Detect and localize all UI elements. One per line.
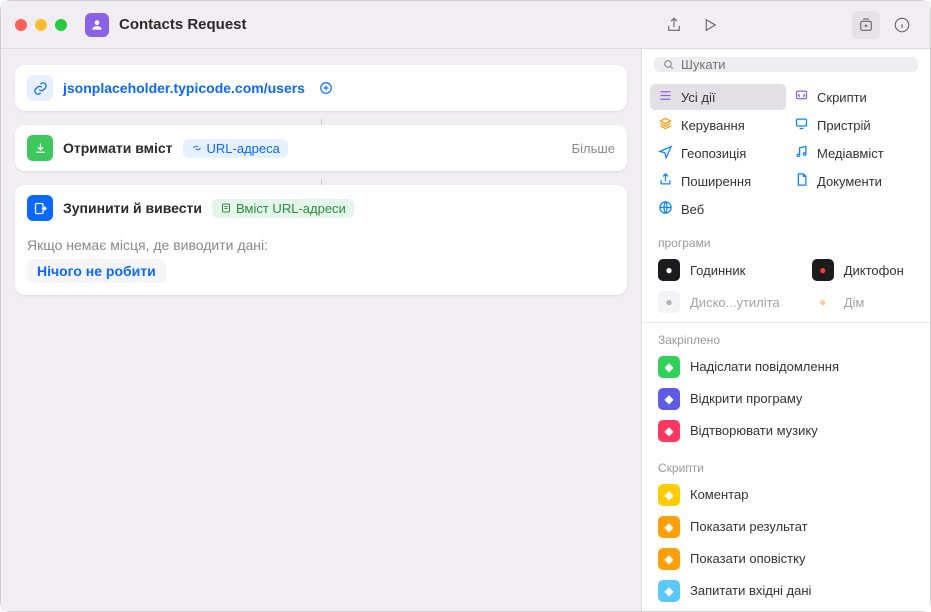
url-value[interactable]: jsonplaceholder.typicode.com/users bbox=[63, 80, 305, 96]
category-item[interactable]: Керування bbox=[650, 112, 786, 138]
info-button[interactable] bbox=[888, 11, 916, 39]
actions-sidebar: Усі діїСкриптиКеруванняПристрійГеопозиці… bbox=[641, 49, 930, 611]
workflow-editor: jsonplaceholder.typicode.com/users Отрим… bbox=[1, 49, 641, 611]
search-icon bbox=[662, 58, 675, 71]
minimize-button[interactable] bbox=[35, 19, 47, 31]
search-field[interactable] bbox=[654, 57, 918, 72]
apps-section-title: програми bbox=[642, 230, 930, 254]
category-item[interactable]: Геопозиція bbox=[650, 140, 786, 166]
scripts-list: ◆Коментар◆Показати результат◆Показати оп… bbox=[642, 479, 930, 611]
category-grid: Усі діїСкриптиКеруванняПристрійГеопозиці… bbox=[642, 80, 930, 230]
category-item[interactable]: Усі дії bbox=[650, 84, 786, 110]
pinned-list: ◆Надіслати повідомлення◆Відкрити програм… bbox=[642, 351, 930, 447]
app-item[interactable]: ●Годинник bbox=[642, 254, 796, 286]
share-button[interactable] bbox=[660, 11, 688, 39]
url-token[interactable]: URL-адреса bbox=[183, 139, 288, 158]
category-item[interactable]: Медіавміст bbox=[786, 140, 922, 166]
action-item[interactable]: ◆Порахувати bbox=[642, 607, 930, 611]
contents-token[interactable]: Вміст URL-адреси bbox=[212, 199, 354, 218]
if-nowhere-label: Якщо немає місця, де виводити дані: bbox=[27, 237, 615, 253]
action-item[interactable]: ◆Відкрити програму bbox=[642, 383, 930, 415]
get-contents-card[interactable]: Отримати вміст URL-адреса Більше bbox=[15, 125, 627, 171]
pinned-section-title: Закріплено bbox=[642, 327, 930, 351]
app-item[interactable]: ●Дім bbox=[796, 286, 930, 318]
window-controls bbox=[15, 19, 67, 31]
close-button[interactable] bbox=[15, 19, 27, 31]
app-item[interactable]: ●Диктофон bbox=[796, 254, 930, 286]
url-action-card[interactable]: jsonplaceholder.typicode.com/users bbox=[15, 65, 627, 111]
apps-grid: ●Годинник●Диктофон●Диско...утиліта●Дім bbox=[642, 254, 930, 318]
category-item[interactable]: Скрипти bbox=[786, 84, 922, 110]
action-item[interactable]: ◆Запитати вхідні дані bbox=[642, 575, 930, 607]
do-nothing-option[interactable]: Нічого не робити bbox=[27, 259, 166, 283]
stop-output-label: Зупинити й вивести bbox=[63, 200, 202, 216]
link-icon bbox=[27, 75, 53, 101]
action-item[interactable]: ◆Показати оповістку bbox=[642, 543, 930, 575]
category-item[interactable]: Поширення bbox=[650, 168, 786, 194]
download-icon bbox=[27, 135, 53, 161]
scripts-section-title: Скрипти bbox=[642, 455, 930, 479]
action-item[interactable]: ◆Коментар bbox=[642, 479, 930, 511]
action-item[interactable]: ◆Надіслати повідомлення bbox=[642, 351, 930, 383]
more-button[interactable]: Більше bbox=[572, 141, 615, 156]
library-button[interactable] bbox=[852, 11, 880, 39]
action-item[interactable]: ◆Показати результат bbox=[642, 511, 930, 543]
titlebar: Contacts Request bbox=[1, 1, 930, 49]
window-title: Contacts Request bbox=[119, 16, 247, 33]
app-item[interactable]: ●Диско...утиліта bbox=[642, 286, 796, 318]
add-url-button[interactable] bbox=[315, 77, 337, 99]
get-contents-label: Отримати вміст bbox=[63, 140, 173, 156]
maximize-button[interactable] bbox=[55, 19, 67, 31]
category-item[interactable]: Пристрій bbox=[786, 112, 922, 138]
stop-output-card[interactable]: Зупинити й вивести Вміст URL-адреси Якщо… bbox=[15, 185, 627, 295]
search-input[interactable] bbox=[681, 57, 910, 72]
category-item[interactable]: Документи bbox=[786, 168, 922, 194]
exit-icon bbox=[27, 195, 53, 221]
app-icon bbox=[85, 13, 109, 37]
action-item[interactable]: ◆Відтворювати музику bbox=[642, 415, 930, 447]
run-button[interactable] bbox=[696, 11, 724, 39]
category-item[interactable]: Веб bbox=[650, 196, 786, 222]
